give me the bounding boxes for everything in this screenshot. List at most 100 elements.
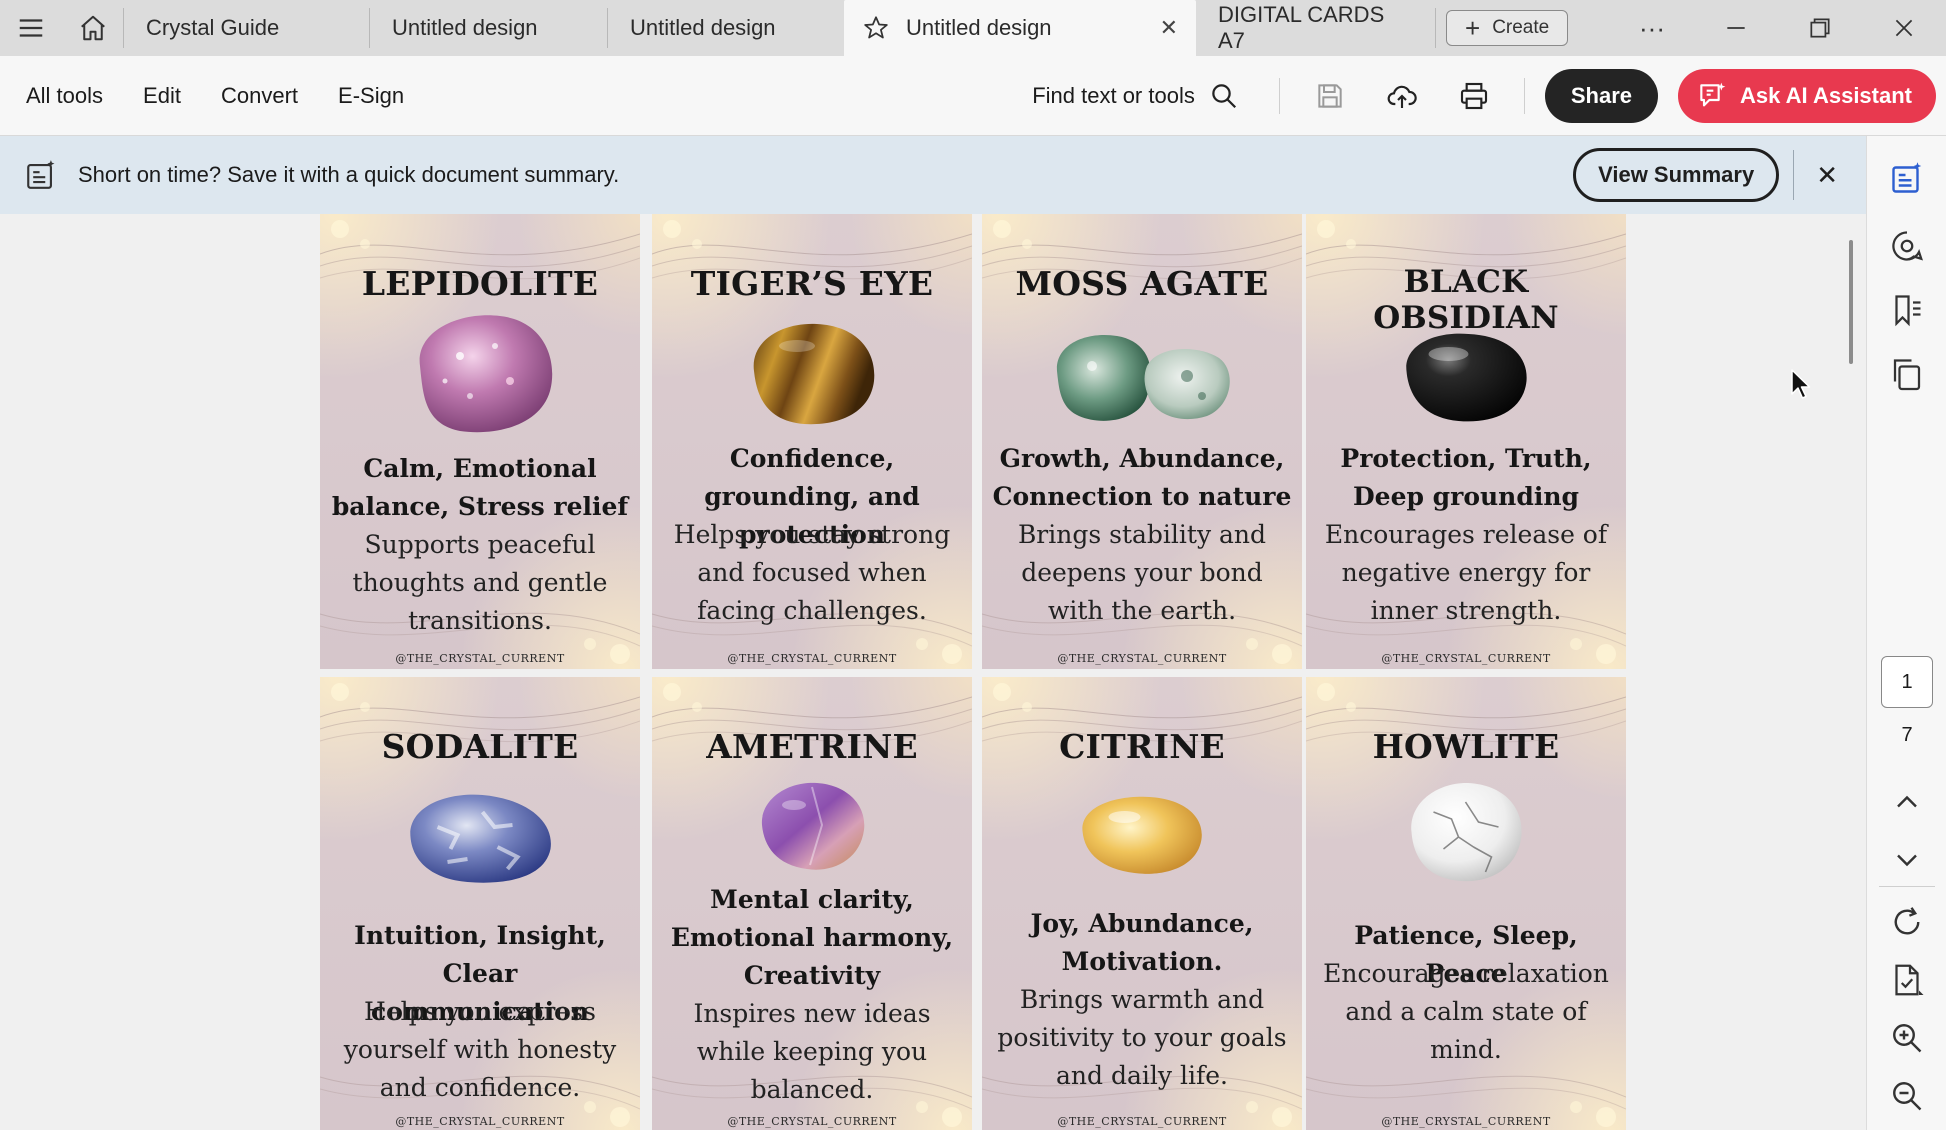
ellipsis-icon: ··· bbox=[1639, 12, 1665, 43]
menu-e-sign[interactable]: E-Sign bbox=[318, 83, 424, 109]
crystal-card-howlite: HOWLITE Patience, Sleep, Peace Encourages … bbox=[1306, 677, 1626, 1130]
tab-label: Crystal Guide bbox=[146, 15, 280, 40]
print-button[interactable] bbox=[1446, 68, 1502, 124]
tab-label: Untitled design bbox=[392, 15, 538, 40]
card-title: HOWLITE bbox=[1372, 727, 1560, 766]
restore-button[interactable] bbox=[1778, 0, 1862, 56]
card-properties: Growth, Abundance, Connection to nature bbox=[992, 444, 1292, 511]
card-handle: @THE_CRYSTAL_CURRENT bbox=[1057, 1115, 1227, 1128]
card-handle: @THE_CRYSTAL_CURRENT bbox=[1057, 652, 1227, 665]
menu-convert[interactable]: Convert bbox=[201, 83, 318, 109]
card-description: Brings warmth and positivity to your goa… bbox=[997, 985, 1287, 1090]
pdf-page: LEPIDOLITE Calm, Emotional balance, Stres… bbox=[320, 214, 1626, 1130]
ai-summary-icon bbox=[1892, 162, 1922, 193]
current-page-input[interactable]: 1 bbox=[1881, 656, 1933, 708]
rail-summary-button[interactable] bbox=[1889, 160, 1925, 196]
crystal-card-moss-agate: MOSS AGATE Growth, Abundance, Connection … bbox=[982, 214, 1302, 669]
menu-all-tools[interactable]: All tools bbox=[0, 83, 123, 109]
tab-label: Untitled design bbox=[630, 15, 776, 40]
crystal-card-sodalite: SODALITE Intuition, Insight, Clear commun… bbox=[320, 677, 640, 1130]
card-handle: @THE_CRYSTAL_CURRENT bbox=[1381, 652, 1551, 665]
menu-edit[interactable]: Edit bbox=[123, 83, 201, 109]
tab-digital-cards[interactable]: DIGITAL CARDS A7 bbox=[1196, 2, 1436, 53]
share-button[interactable]: Share bbox=[1544, 68, 1659, 123]
tab-untitled-design-2[interactable]: Untitled design bbox=[608, 8, 844, 48]
home-button[interactable] bbox=[62, 8, 124, 48]
document-settings-icon bbox=[1895, 964, 1924, 996]
ai-label: Ask AI Assistant bbox=[1740, 82, 1912, 108]
vertical-scrollbar[interactable] bbox=[1849, 240, 1853, 364]
current-page-value: 1 bbox=[1901, 670, 1913, 693]
create-button[interactable]: + Create bbox=[1446, 10, 1569, 46]
next-page-button[interactable] bbox=[1889, 842, 1925, 878]
tab-label: Untitled design bbox=[906, 15, 1052, 40]
star-icon[interactable] bbox=[862, 14, 890, 42]
share-label: Share bbox=[1570, 82, 1633, 108]
card-description: Supports peaceful thoughts and gentle tr… bbox=[352, 530, 608, 635]
find-text-or-tools-button[interactable]: Find text or tools bbox=[1032, 81, 1239, 111]
view-summary-button[interactable]: View Summary bbox=[1573, 148, 1780, 202]
minimize-icon bbox=[1727, 27, 1745, 29]
rail-pages-button[interactable] bbox=[1889, 356, 1925, 392]
banner-divider bbox=[1793, 150, 1795, 200]
right-rail: 1 7 bbox=[1866, 136, 1946, 1130]
previous-page-button[interactable] bbox=[1889, 784, 1925, 820]
zoom-out-icon bbox=[1893, 1082, 1922, 1111]
card-properties: Joy, Abundance, Motivation. bbox=[1030, 909, 1254, 976]
card-description: Helps you stay strong and focused when f… bbox=[673, 520, 951, 625]
crystal-card-ametrine: AMETRINE Mental clarity, Emotional harmon… bbox=[652, 677, 972, 1130]
card-handle: @THE_CRYSTAL_CURRENT bbox=[1381, 1115, 1551, 1128]
comment-icon bbox=[1892, 231, 1924, 261]
ai-assistant-icon bbox=[1700, 82, 1726, 106]
moss-agate-stone-image bbox=[1047, 326, 1237, 436]
toolbar-divider bbox=[1523, 77, 1525, 114]
chevron-down-icon bbox=[1897, 854, 1917, 867]
card-properties: Mental clarity, Emotional harmony, Creat… bbox=[670, 885, 954, 990]
summary-banner: Short on time? Save it with a quick docu… bbox=[0, 136, 1866, 214]
hamburger-icon bbox=[19, 19, 43, 37]
close-tab-icon[interactable]: ✕ bbox=[1160, 15, 1178, 41]
minimize-button[interactable] bbox=[1694, 0, 1778, 56]
save-icon bbox=[1318, 83, 1342, 108]
tab-untitled-design-1[interactable]: Untitled design bbox=[370, 8, 608, 48]
zoom-in-button[interactable] bbox=[1889, 1020, 1925, 1056]
card-title: TIGER’S EYE bbox=[690, 264, 934, 303]
card-description: Helps you express yourself with honesty … bbox=[343, 997, 617, 1102]
tab-untitled-design-active[interactable]: Untitled design ✕ bbox=[844, 0, 1196, 56]
cloud-upload-icon bbox=[1387, 85, 1417, 108]
home-icon bbox=[80, 15, 105, 41]
hamburger-menu-button[interactable] bbox=[0, 0, 62, 56]
rotate-button[interactable] bbox=[1889, 904, 1925, 940]
chevron-up-icon bbox=[1897, 795, 1917, 808]
upload-to-cloud-button[interactable] bbox=[1374, 68, 1430, 124]
toolbar-divider bbox=[1278, 77, 1280, 114]
rail-comments-button[interactable] bbox=[1889, 228, 1925, 264]
mouse-cursor-icon bbox=[1791, 369, 1811, 399]
tab-bar: Crystal Guide Untitled design Untitled d… bbox=[0, 0, 1946, 56]
tab-label: DIGITAL CARDS A7 bbox=[1218, 2, 1385, 53]
tigers-eye-stone-image bbox=[742, 316, 882, 436]
card-title: LEPIDOLITE bbox=[361, 264, 599, 303]
page-display-button[interactable] bbox=[1889, 962, 1925, 998]
plus-icon: + bbox=[1465, 12, 1481, 43]
close-icon bbox=[1895, 19, 1913, 37]
tab-crystal-guide[interactable]: Crystal Guide bbox=[124, 8, 370, 48]
card-handle: @THE_CRYSTAL_CURRENT bbox=[727, 1115, 897, 1128]
howlite-stone-image bbox=[1404, 777, 1529, 892]
rail-bookmarks-button[interactable] bbox=[1889, 292, 1925, 328]
zoom-out-button[interactable] bbox=[1889, 1078, 1925, 1114]
rotate-icon bbox=[1894, 907, 1920, 935]
sodalite-stone-image bbox=[403, 787, 558, 892]
document-viewport[interactable]: LEPIDOLITE Calm, Emotional balance, Stres… bbox=[0, 214, 1866, 1130]
save-button[interactable] bbox=[1302, 68, 1358, 124]
copy-pages-icon bbox=[1893, 359, 1921, 391]
restore-icon bbox=[1810, 18, 1830, 38]
ask-ai-assistant-button[interactable]: Ask AI Assistant bbox=[1678, 68, 1936, 123]
close-window-button[interactable] bbox=[1862, 0, 1946, 56]
card-handle: @THE_CRYSTAL_CURRENT bbox=[395, 652, 565, 665]
close-banner-icon[interactable]: ✕ bbox=[1816, 160, 1838, 191]
more-options-button[interactable]: ··· bbox=[1610, 0, 1694, 56]
card-properties: Calm, Emotional balance, Stress relief bbox=[331, 454, 629, 521]
crystal-card-lepidolite: LEPIDOLITE Calm, Emotional balance, Stres… bbox=[320, 214, 640, 669]
black-obsidian-stone-image bbox=[1399, 326, 1534, 431]
